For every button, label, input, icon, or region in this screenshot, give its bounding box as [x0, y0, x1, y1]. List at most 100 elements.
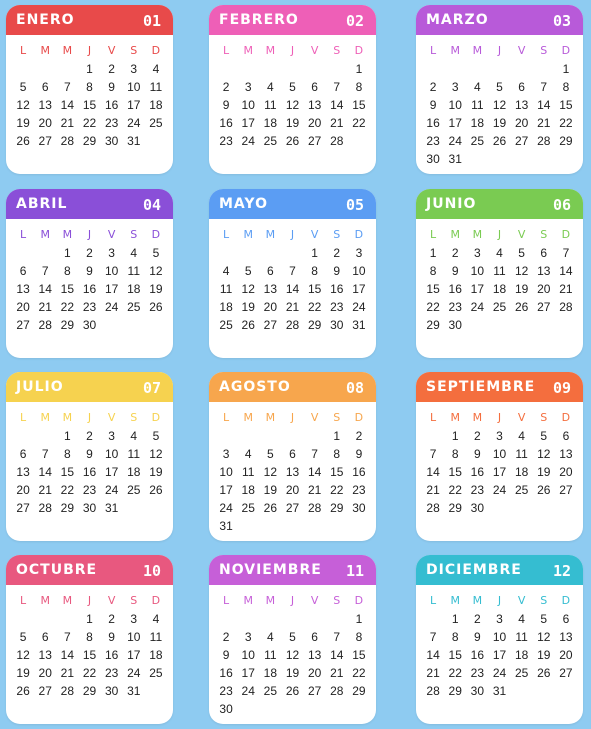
empty-cell — [304, 61, 326, 77]
day-cell: 24 — [127, 116, 141, 130]
day-grid: L M M J V S D 1 2 3 4 5 6 7 8 9 10 11 12 13 14 15 16 17 18 19 20 21… — [215, 227, 370, 333]
day-cell: 26 — [285, 134, 300, 148]
day-cell: 1 — [64, 246, 71, 260]
day-cell: 17 — [448, 116, 462, 130]
day-grid: L M M J V S D 1 2 3 4 5 6 7 8 9 10 11 12 13 14 15 16 17 18 19 20 21… — [422, 43, 577, 167]
day-cell: 11 — [127, 264, 140, 278]
empty-cell — [259, 428, 281, 444]
day-cell: 27 — [38, 134, 52, 148]
day-cell: 8 — [451, 630, 459, 644]
weekday-header: D — [354, 44, 364, 57]
day-cell: 26 — [16, 684, 30, 698]
day-cell: 5 — [267, 447, 274, 461]
weekday-header: D — [151, 594, 161, 607]
day-cell: 24 — [448, 134, 462, 148]
day-cell: 30 — [82, 501, 97, 515]
weekday-header: L — [20, 594, 27, 607]
day-cell: 19 — [16, 116, 30, 130]
weekday-header: M — [472, 228, 483, 241]
day-cell: 11 — [515, 447, 528, 461]
day-grid: L M M J V S D 1 2 3 4 5 6 7 8 9 10 11 12 13 14 15 16 17 18 19 20 21… — [12, 593, 167, 699]
day-cell: 17 — [492, 465, 507, 479]
day-cell: 27 — [307, 134, 322, 148]
day-cell: 10 — [104, 264, 119, 278]
day-cell: 28 — [426, 684, 440, 698]
day-cell: 19 — [537, 648, 551, 662]
day-cell: 18 — [241, 483, 255, 497]
day-cell: 12 — [537, 630, 551, 644]
day-cell: 14 — [426, 465, 440, 479]
empty-cell — [488, 61, 510, 77]
day-cell: 10 — [219, 465, 233, 479]
day-cell: 17 — [104, 282, 119, 296]
empty-cell — [326, 611, 348, 627]
day-cell: 12 — [263, 465, 278, 479]
day-cell: 20 — [559, 465, 573, 479]
day-cell: 4 — [244, 447, 252, 461]
day-cell: 11 — [264, 98, 277, 112]
day-cell: 15 — [352, 98, 366, 112]
day-cell: 16 — [104, 98, 119, 112]
weekday-header: D — [354, 228, 364, 241]
weekday-header: S — [540, 228, 548, 241]
empty-cell — [259, 611, 281, 627]
weekday-header: M — [450, 411, 460, 424]
day-cell: 14 — [537, 98, 551, 112]
month-header: Noviembre 11 — [209, 555, 376, 585]
day-cell: 28 — [426, 501, 440, 515]
day-cell: 9 — [86, 264, 93, 278]
day-cell: 2 — [86, 429, 93, 443]
empty-cell — [215, 61, 237, 77]
day-cell: 9 — [474, 630, 481, 644]
day-cell: 15 — [448, 465, 462, 479]
day-cell: 26 — [263, 501, 278, 515]
day-cell: 15 — [60, 282, 75, 296]
day-cell: 8 — [451, 447, 459, 461]
day-cell: 4 — [222, 264, 230, 278]
day-cell: 12 — [149, 447, 163, 461]
empty-cell — [12, 245, 34, 261]
day-cell: 24 — [352, 300, 366, 314]
day-cell: 25 — [263, 134, 278, 148]
day-cell: 7 — [429, 447, 437, 461]
day-cell: 12 — [241, 282, 255, 296]
day-cell: 16 — [426, 116, 440, 130]
day-cell: 6 — [41, 80, 49, 94]
weekday-header: V — [107, 228, 116, 241]
month-name: Febrero — [219, 12, 299, 28]
day-cell: 21 — [426, 666, 440, 680]
day-cell: 1 — [451, 612, 459, 626]
day-cell: 21 — [537, 116, 551, 130]
weekday-header: S — [333, 44, 341, 57]
weekday-header: J — [290, 411, 295, 424]
day-cell: 28 — [60, 134, 75, 148]
day-cell: 16 — [448, 282, 462, 296]
day-cell: 23 — [82, 300, 97, 314]
day-cell: 8 — [355, 630, 363, 644]
weekday-header: V — [310, 594, 319, 607]
day-cell: 19 — [16, 666, 30, 680]
weekday-header: J — [87, 411, 92, 424]
day-cell: 19 — [241, 300, 255, 314]
weekday-header: D — [354, 594, 364, 607]
day-cell: 1 — [311, 246, 318, 260]
empty-cell — [56, 611, 78, 627]
day-cell: 14 — [285, 282, 300, 296]
day-cell: 11 — [149, 80, 163, 94]
day-cell: 28 — [38, 501, 52, 515]
empty-cell — [237, 245, 259, 261]
day-cell: 16 — [330, 282, 344, 296]
weekday-header: M — [472, 594, 483, 607]
day-cell: 5 — [289, 80, 296, 94]
day-cell: 22 — [448, 483, 462, 497]
day-cell: 12 — [285, 98, 300, 112]
month-header: Agosto 08 — [209, 372, 376, 402]
empty-cell — [56, 61, 78, 77]
day-cell: 2 — [355, 429, 363, 443]
day-cell: 27 — [38, 684, 52, 698]
day-cell: 3 — [355, 246, 363, 260]
day-cell: 31 — [352, 318, 366, 332]
day-cell: 12 — [16, 98, 30, 112]
weekday-header: M — [243, 594, 253, 607]
day-cell: 16 — [352, 465, 366, 479]
